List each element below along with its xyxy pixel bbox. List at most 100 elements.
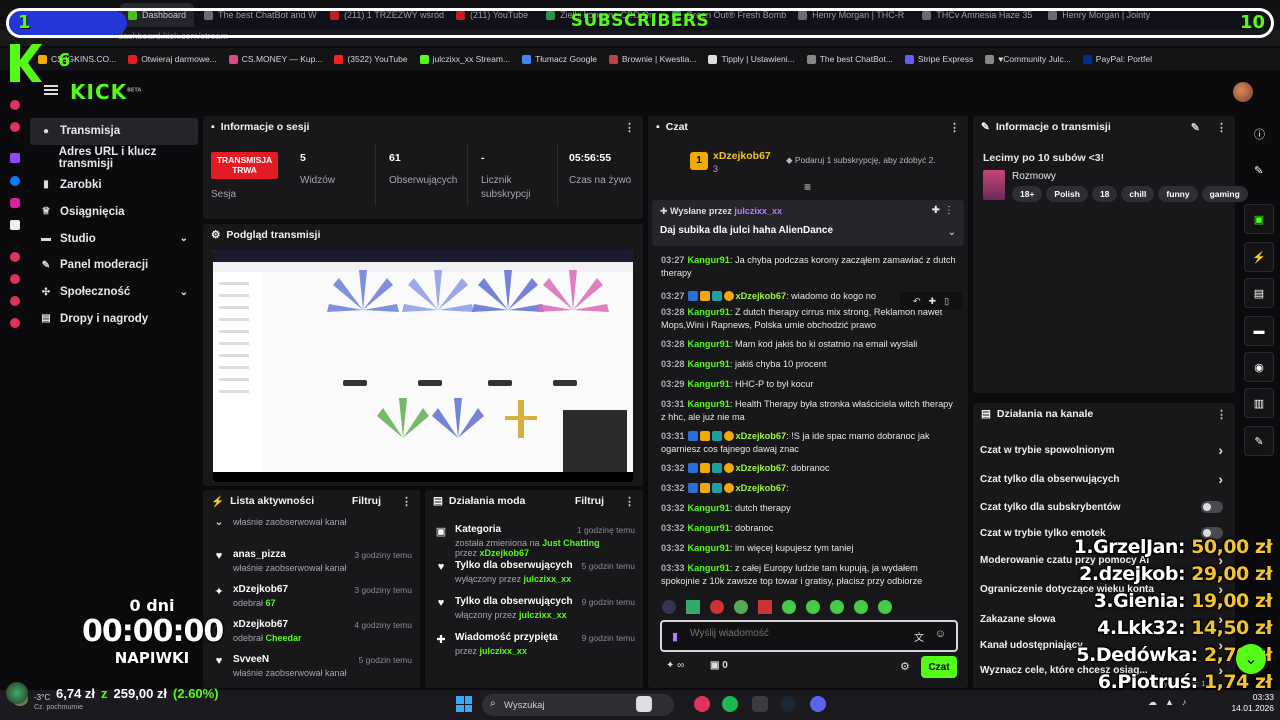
spotify-icon[interactable] — [722, 696, 738, 712]
emote[interactable] — [806, 600, 820, 614]
chat-message[interactable]: 03:32 xDzejkob67: — [661, 482, 958, 495]
chat-message[interactable]: 03:31 Kangur91: Health Therapy była stron… — [661, 398, 958, 424]
tray-icons[interactable]: ☁▲♪ — [1148, 697, 1194, 708]
reply-icon[interactable]: ↶ — [913, 296, 921, 307]
stream-tag[interactable]: 18+ — [1012, 186, 1043, 202]
chat-message[interactable]: 03:28 Kangur91: jakiś chyba 10 procent — [661, 358, 958, 371]
channel-setting-row[interactable]: Czat tylko dla subskrybentów — [980, 501, 1223, 513]
rail-app-icon[interactable] — [10, 252, 20, 262]
twitch-icon[interactable] — [10, 153, 20, 163]
info-icon[interactable]: ⓘ — [1254, 126, 1265, 142]
gear-icon[interactable]: ⚙ — [900, 660, 910, 673]
filter-button[interactable]: Filtruj — [352, 495, 381, 507]
stream-tag[interactable]: Polish — [1046, 186, 1088, 202]
bookmark-item[interactable]: julczixx_xx Stream... — [419, 54, 510, 64]
bookmark-item[interactable]: Stripe Express — [904, 54, 973, 64]
collapse-icon[interactable]: ≡ — [804, 180, 811, 194]
chat-username[interactable]: Kangur91 — [688, 399, 730, 409]
mod-action-item[interactable]: ♥ Tylko dla obserwujących wyłączony przez … — [435, 560, 635, 584]
emote[interactable] — [686, 600, 700, 614]
activity-item[interactable]: ♥ SvveeN właśnie zaobserwował kanał 5 godzi… — [213, 654, 412, 678]
activity-user[interactable]: anas_pizza — [233, 549, 347, 560]
pinned-author[interactable]: julczixx_xx — [734, 206, 782, 216]
chat-message[interactable]: 03:29 Kangur91: HHC-P to był kocur — [661, 378, 958, 391]
edit-icon[interactable]: ✎ — [1191, 121, 1200, 134]
chevron-down-icon[interactable]: ⌄ — [180, 287, 188, 298]
pinned-message[interactable]: ✚ Wysłane przez julczixx_xx Daj subika d… — [652, 200, 964, 246]
emote[interactable] — [710, 600, 724, 614]
sidebar-item[interactable]: ✣ Społeczność ⌄ — [30, 279, 198, 306]
mic-icon[interactable]: ▮ — [672, 630, 678, 643]
rail-app-icon[interactable] — [10, 100, 20, 110]
chat-message[interactable]: 03:28 Kangur91: Mam kod jakiś bo ki ostat… — [661, 338, 958, 351]
chat-message[interactable]: 03:32 Kangur91: im więcej kupujesz tym ta… — [661, 542, 958, 555]
chat-username[interactable]: Kangur91 — [688, 503, 730, 513]
filter-button[interactable]: Filtruj — [575, 495, 604, 507]
chat-username[interactable]: xDzejkob67 — [736, 463, 787, 473]
wrench-button[interactable]: ✎ — [1244, 426, 1274, 456]
sidebar-item[interactable]: ♕ Osiągnięcia — [30, 198, 198, 225]
send-chat-button[interactable]: Czat — [921, 656, 957, 678]
gift-promo[interactable]: ◆ Podaruj 1 subskrypcję, aby zdobyć 2. — [786, 155, 936, 166]
mod-action-user[interactable]: xDzejkob67 — [480, 548, 530, 558]
windows-start-icon[interactable] — [456, 696, 472, 712]
points-icon[interactable]: ✦ ∞ — [666, 660, 684, 671]
emote[interactable] — [782, 600, 796, 614]
emote[interactable] — [830, 600, 844, 614]
chat-username[interactable]: xDzejkob67 — [736, 431, 787, 441]
menu-icon[interactable] — [44, 85, 58, 95]
bookmark-item[interactable]: Tłumacz Google — [522, 54, 597, 64]
settings-icon[interactable] — [10, 318, 20, 328]
messenger-icon[interactable] — [10, 176, 20, 186]
more-icon[interactable]: ⋮ — [944, 205, 954, 216]
sidebar-item[interactable]: Adres URL i klucz transmisji — [30, 145, 198, 172]
emote[interactable] — [854, 600, 868, 614]
screenshot-button[interactable]: ▣ — [1244, 204, 1274, 234]
category-name[interactable]: Rozmowy — [1012, 171, 1056, 182]
delete-icon[interactable]: ▯ — [944, 296, 949, 307]
chat-username[interactable]: Kangur91 — [688, 543, 730, 553]
chevron-down-icon[interactable]: ⌄ — [948, 227, 956, 238]
channel-setting-row[interactable]: Czat tylko dla obserwujących › — [980, 471, 1223, 487]
activity-item[interactable]: ✦ xDzejkob67 odebrał Cheedar 4 godziny temu — [213, 619, 412, 643]
instagram-icon[interactable] — [10, 198, 20, 208]
emoji-icon[interactable]: ☺ — [935, 628, 946, 640]
activity-item[interactable]: ✦ xDzejkob67 odebrał 67 3 godziny temu — [213, 584, 412, 608]
activity-item[interactable]: ⌄ właśnie zaobserwował kanał — [213, 514, 412, 528]
activity-user[interactable]: SvveeN — [233, 654, 347, 665]
avatar[interactable] — [1233, 82, 1253, 102]
translate-icon[interactable]: 文 — [914, 629, 924, 644]
sidebar-item[interactable]: ✎ Panel moderacji — [30, 252, 198, 279]
rail-app-icon[interactable] — [10, 122, 20, 132]
bookmark-item[interactable]: ♥Community Julc... — [985, 54, 1071, 64]
emote[interactable] — [662, 600, 676, 614]
chat-username[interactable]: Kangur91 — [688, 379, 730, 389]
chat-button[interactable]: ▬ — [1244, 316, 1274, 346]
tiktok-icon[interactable] — [10, 220, 20, 230]
obs-icon[interactable] — [752, 696, 768, 712]
kick-logo[interactable]: KICKBETA — [70, 80, 141, 104]
unpin-icon[interactable]: ✚ — [932, 205, 940, 216]
bookmark-item[interactable]: PayPal: Portfel — [1082, 54, 1152, 64]
chat-username[interactable]: xDzejkob67 — [736, 483, 787, 493]
steam-icon[interactable] — [780, 696, 796, 712]
category-thumbnail[interactable] — [983, 170, 1005, 200]
opera-icon[interactable] — [694, 696, 710, 712]
bookmark-item[interactable]: CS.MONEY — Kup... — [228, 54, 322, 64]
emote[interactable] — [734, 600, 748, 614]
chat-message[interactable]: 03:32 Kangur91: dobranoc — [661, 522, 958, 535]
chat-username[interactable]: Kangur91 — [688, 307, 730, 317]
mod-action-item[interactable]: ✚ Wiadomość przypięta przez julczixx_xx 9 g… — [435, 632, 635, 656]
toggle-switch[interactable] — [1201, 501, 1223, 513]
bookmark-item[interactable]: Brownie | Kwestia... — [608, 54, 696, 64]
chat-message[interactable]: 03:27 Kangur91: Ja chyba podczas korony z… — [661, 254, 958, 280]
activity-user[interactable]: xDzejkob67 — [233, 619, 302, 630]
mod-action-user[interactable]: julczixx_xx — [480, 646, 528, 656]
more-icon[interactable]: ⋮ — [624, 121, 635, 134]
mod-action-user[interactable]: julczixx_xx — [519, 610, 567, 620]
discord-icon[interactable] — [810, 696, 826, 712]
points-counter[interactable]: ▣ 0 — [710, 660, 728, 671]
channel-setting-row[interactable]: Czat w trybie spowolnionym › — [980, 442, 1223, 458]
list-button[interactable]: ▥ — [1244, 388, 1274, 418]
chat-message[interactable]: 03:33 Kangur91: z całej Europy ludzie tam… — [661, 562, 958, 588]
